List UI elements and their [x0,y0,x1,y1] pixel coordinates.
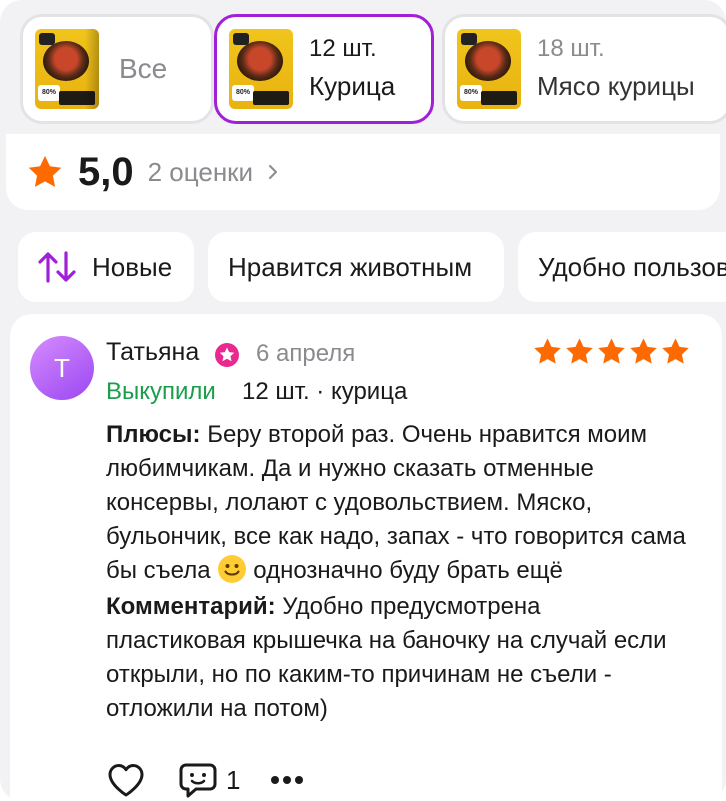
review-author[interactable]: Татьяна [106,338,199,367]
sort-chip-newest[interactable]: Новые [18,232,194,302]
review-text: Плюсы: Беру второй раз. Очень нравится м… [106,418,686,728]
variant-card-chicken[interactable]: 80% 12 шт. Курица [214,14,434,124]
star-icon [534,338,561,364]
product-thumbnail: 80% [229,29,293,109]
star-icon [662,338,689,364]
comments-count: 1 [226,764,241,795]
more-options-icon[interactable] [270,775,304,785]
comment-label: Комментарий: [106,593,276,620]
sort-chip-label: Новые [92,251,173,282]
review-date: 6 апреля [256,340,356,367]
sort-icon [38,251,76,283]
ratings-count: 2 оценки [147,156,254,187]
variant-count: 12 шт. [309,35,377,62]
product-thumbnail: 80% [35,29,99,109]
star-icon [598,338,625,364]
smile-emoji-icon [218,555,247,583]
variant-card-chicken-meat[interactable]: 80% 18 шт. Мясо курицы [442,14,726,124]
purchased-variant: 12 шт. · курица [242,378,408,405]
star-icon [630,338,657,364]
review-stars [532,336,692,368]
pros-tail: однозначно буду брать ещё [253,557,563,584]
star-icon [566,338,593,364]
rating-value: 5,0 [78,149,134,194]
comment-icon[interactable] [178,762,218,798]
variant-label: Мясо курицы [537,71,695,101]
heart-icon[interactable] [106,762,146,798]
review-actions: 1 [106,760,304,800]
variant-card-all[interactable]: 80% Все [20,14,214,124]
sort-filter-chips: Новые Нравится животным Удобно пользоват… [18,232,726,304]
variant-selector: 80% Все 80% 12 шт. Курица 80% 18 шт. Мяс… [14,14,726,126]
reviews-screen: 80% Все 80% 12 шт. Курица 80% 18 шт. Мяс… [0,0,726,801]
pros-label: Плюсы: [106,421,201,448]
filter-chip-pets-like[interactable]: Нравится животным [208,232,504,302]
chevron-right-icon [269,165,278,179]
variant-count: 18 шт. [537,35,605,62]
product-thumbnail: 80% [457,29,521,109]
filter-chip-convenient[interactable]: Удобно пользоваться [518,232,726,302]
filter-chip-label: Удобно пользоваться [538,251,726,282]
review-comment: Комментарий: Удобно предусмотрена пласти… [106,590,686,726]
verified-star-badge-icon [215,343,239,367]
review-card: Т Татьяна 6 апреля Выкупили 12 шт. · кур… [10,314,722,801]
purchase-status: Выкупили [106,378,216,405]
review-pros: Плюсы: Беру второй раз. Очень нравится м… [106,418,686,588]
variant-label: Курица [309,71,396,101]
star-icon [28,155,62,187]
variant-label: Все [119,53,168,84]
filter-chip-label: Нравится животным [228,251,473,282]
rating-summary[interactable]: 5,0 2 оценки [6,134,720,210]
avatar: Т [30,336,94,400]
